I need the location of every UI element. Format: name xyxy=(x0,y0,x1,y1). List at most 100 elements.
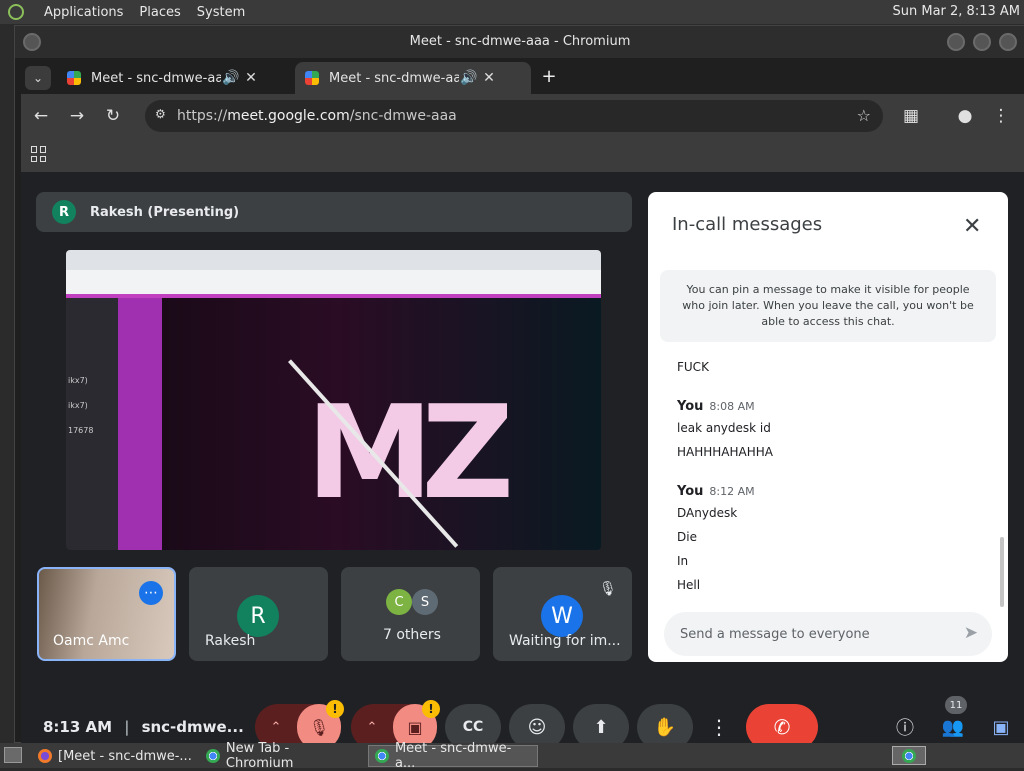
close-window-icon[interactable] xyxy=(999,33,1017,51)
chat-message: Die xyxy=(677,530,697,544)
tile-self[interactable]: ⋯ Oamc Amc xyxy=(37,567,176,661)
meeting-code: snc-dmwe... xyxy=(141,718,244,736)
distro-logo-icon[interactable] xyxy=(8,4,24,20)
forward-icon[interactable]: → xyxy=(63,102,91,130)
mic-options-chevron-icon[interactable]: ⌃ xyxy=(255,720,297,735)
system-top-panel: Applications Places System Sun Mar 2, 8:… xyxy=(0,0,1024,24)
taskbar-item-meet-chromium[interactable]: Meet - snc-dmwe-a... xyxy=(368,741,538,771)
presenter-avatar: R xyxy=(52,200,76,224)
shared-addressbar xyxy=(66,270,601,294)
shared-label: ikx7) xyxy=(68,401,88,410)
apps-grid-icon[interactable] xyxy=(31,146,47,162)
browser-toolbar: ← → ↻ ⚙ https://meet.google.com/snc-dmwe… xyxy=(21,94,1024,138)
shared-sidebar: ikx7) ikx7) 17678 xyxy=(66,298,118,550)
bookmark-star-icon[interactable]: ☆ xyxy=(857,106,871,125)
chat-message: DAnydesk xyxy=(677,506,738,520)
back-icon[interactable]: ← xyxy=(27,102,55,130)
mic-warning-badge: ! xyxy=(326,700,344,718)
shared-purple-panel xyxy=(118,298,162,550)
tile-name: 7 others xyxy=(383,627,441,643)
message-sender: You xyxy=(677,399,704,414)
tab-meet-2[interactable]: Meet - snc-dmwe-aaa 🔊 ✕ xyxy=(295,62,531,94)
send-icon[interactable]: ➤ xyxy=(964,623,978,643)
presenter-bar: R Rakesh (Presenting) xyxy=(36,192,632,232)
browser-window: Meet - snc-dmwe-aaa - Chromium ⌄ Meet - … xyxy=(14,25,1024,750)
menu-places[interactable]: Places xyxy=(139,5,180,20)
url-scheme: https:// xyxy=(177,108,228,124)
shared-screen[interactable]: ikx7) ikx7) 17678 MZ xyxy=(66,250,601,550)
meeting-time: 8:13 AM xyxy=(43,718,113,736)
more-options-icon[interactable]: ⋯ xyxy=(139,581,163,605)
reload-icon[interactable]: ↻ xyxy=(99,102,127,130)
url-host: meet.google.com xyxy=(227,108,350,124)
tab-close-icon[interactable]: ✕ xyxy=(241,70,261,86)
site-info-icon[interactable]: ⚙ xyxy=(155,107,166,121)
chat-input[interactable]: Send a message to everyone ➤ xyxy=(664,612,992,656)
chromium-icon xyxy=(206,749,220,763)
meet-favicon-icon xyxy=(67,71,81,85)
avatar: W xyxy=(541,595,583,637)
message-time: 8:12 AM xyxy=(709,485,755,498)
avatar: S xyxy=(412,589,438,615)
message-time: 8:08 AM xyxy=(709,400,755,413)
chat-message-header: You 8:12 AM xyxy=(677,484,755,499)
shared-tabbar xyxy=(66,250,601,270)
meeting-info: 8:13 AM | snc-dmwe... xyxy=(43,718,244,736)
chat-input-placeholder: Send a message to everyone xyxy=(680,626,870,642)
taskbar-item-meet-firefox[interactable]: [Meet - snc-dmwe-... xyxy=(32,745,198,767)
chat-message: leak anydesk id xyxy=(677,421,771,435)
chat-panel: In-call messages ✕ You can pin a message… xyxy=(648,192,1008,662)
presenter-label: Rakesh (Presenting) xyxy=(90,204,240,220)
browser-menu-icon[interactable]: ⋮ xyxy=(987,102,1015,130)
workspace-switcher[interactable] xyxy=(892,746,926,765)
taskbar-label: New Tab - Chromium xyxy=(225,741,294,771)
new-tab-button[interactable]: + xyxy=(537,66,561,90)
speaker-icon[interactable]: 🔊 xyxy=(221,70,241,86)
minimize-icon[interactable] xyxy=(947,33,965,51)
tab-label: Meet - snc-dmwe-aaa xyxy=(91,70,221,86)
chat-message: HAHHHAHAHHA xyxy=(677,445,773,459)
avatar: R xyxy=(237,595,279,637)
shared-label: ikx7) xyxy=(68,376,88,385)
tile-waiting[interactable]: 🎙 W Waiting for im... xyxy=(493,567,632,661)
tile-name: Waiting for im... xyxy=(509,633,621,649)
pin-note: You can pin a message to make it visible… xyxy=(660,270,996,342)
divider: | xyxy=(124,718,130,736)
taskbar: [Meet - snc-dmwe-... New Tab - Chromium … xyxy=(0,741,1024,771)
taskbar-label: Meet - snc-dmwe-a... xyxy=(394,741,512,771)
chat-message: In xyxy=(677,554,689,568)
tile-name: Oamc Amc xyxy=(53,633,130,649)
menu-applications[interactable]: Applications xyxy=(44,5,123,20)
show-desktop-icon[interactable] xyxy=(4,747,22,763)
participants-count-badge: 11 xyxy=(945,696,967,714)
menu-system[interactable]: System xyxy=(197,5,245,20)
chat-message: Hell xyxy=(677,578,701,592)
tile-rakesh[interactable]: R Rakesh xyxy=(189,567,328,661)
tab-search-icon[interactable]: ⌄ xyxy=(25,66,51,90)
camera-options-chevron-icon[interactable]: ⌃ xyxy=(351,720,393,735)
chat-close-icon[interactable]: ✕ xyxy=(963,214,981,239)
tile-name: Rakesh xyxy=(205,633,256,649)
shared-label: 17678 xyxy=(68,426,94,435)
chromium-icon xyxy=(902,748,916,763)
tab-close-icon[interactable]: ✕ xyxy=(479,70,499,86)
bookmarks-bar xyxy=(21,138,1024,172)
address-bar[interactable]: ⚙ https://meet.google.com/snc-dmwe-aaa ☆ xyxy=(145,100,883,132)
chat-scrollbar[interactable] xyxy=(1000,537,1004,607)
message-sender: You xyxy=(677,484,704,499)
speaker-icon[interactable]: 🔊 xyxy=(459,70,479,86)
window-menu-icon[interactable] xyxy=(23,33,41,51)
window-titlebar[interactable]: Meet - snc-dmwe-aaa - Chromium xyxy=(15,26,1024,58)
profile-icon[interactable]: ● xyxy=(951,102,979,130)
taskbar-item-new-tab[interactable]: New Tab - Chromium xyxy=(200,741,366,771)
tab-meet-1[interactable]: Meet - snc-dmwe-aaa 🔊 ✕ xyxy=(57,62,271,94)
tab-strip: ⌄ Meet - snc-dmwe-aaa 🔊 ✕ Meet - snc-dmw… xyxy=(21,58,1024,94)
mic-off-icon: 🎙 xyxy=(599,581,617,597)
maximize-icon[interactable] xyxy=(973,33,991,51)
window-title: Meet - snc-dmwe-aaa - Chromium xyxy=(409,34,631,49)
camera-warning-badge: ! xyxy=(422,700,440,718)
tab-label: Meet - snc-dmwe-aaa xyxy=(329,70,459,86)
system-clock[interactable]: Sun Mar 2, 8:13 AM xyxy=(893,4,1021,19)
extensions-icon[interactable]: ▦ xyxy=(897,102,925,130)
tile-others[interactable]: C S 7 others xyxy=(341,567,480,661)
